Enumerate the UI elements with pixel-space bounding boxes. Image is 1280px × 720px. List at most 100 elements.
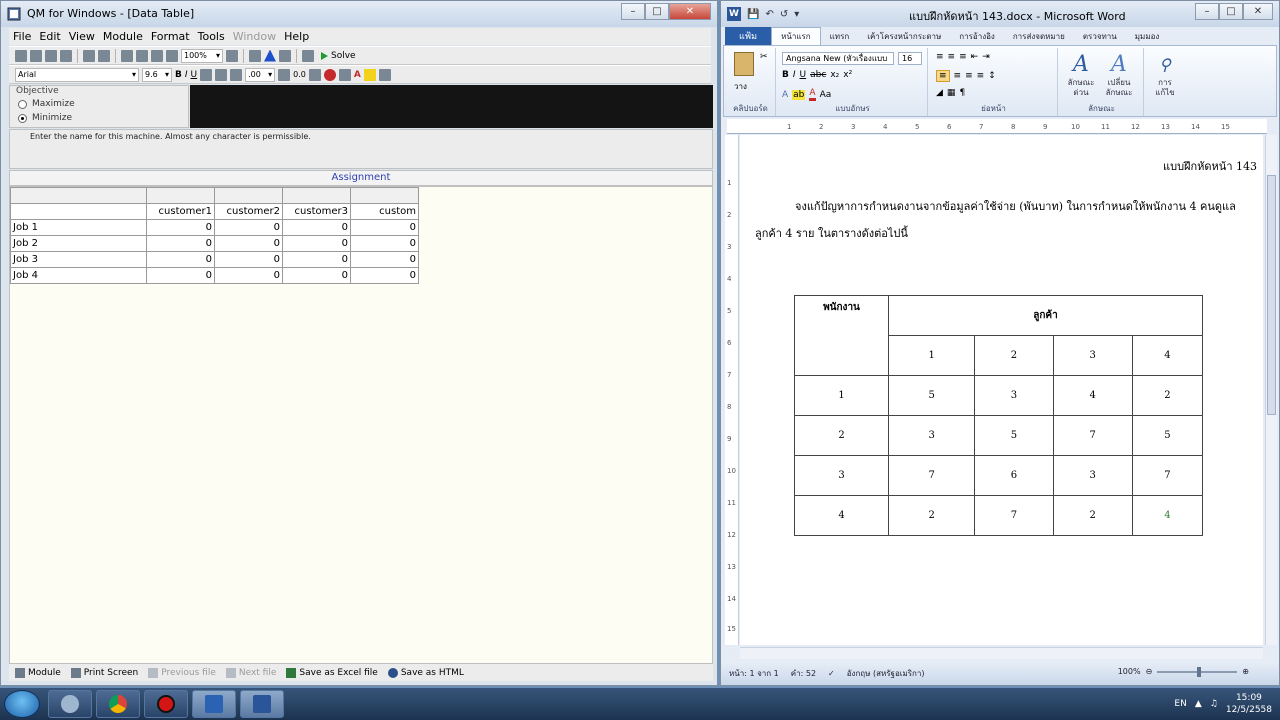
table-cell[interactable]: 2 xyxy=(1131,375,1204,416)
row-label[interactable]: Job 1 xyxy=(10,219,147,236)
table-cell[interactable]: 0 xyxy=(214,235,283,252)
page-count[interactable]: หน้า: 1 จาก 1 xyxy=(729,667,779,680)
undo-icon[interactable]: ↶ xyxy=(765,9,773,20)
column-id-cell[interactable]: 4 xyxy=(1131,335,1204,376)
table-cell[interactable]: 0 xyxy=(146,235,215,252)
highlight-icon[interactable] xyxy=(363,68,376,81)
table-cell[interactable]: 4 xyxy=(1052,375,1133,416)
table-cell[interactable]: 7 xyxy=(1052,415,1133,456)
zoom-level[interactable]: 100% xyxy=(1118,667,1141,676)
strikethrough-icon[interactable]: abc xyxy=(810,70,826,80)
border-icon[interactable] xyxy=(378,68,391,81)
font-color-icon[interactable]: A xyxy=(809,88,816,101)
solve-button[interactable]: Solve xyxy=(317,51,360,61)
menu-view[interactable]: View xyxy=(69,30,95,43)
row-header-cell[interactable]: พนักงาน xyxy=(794,295,889,376)
monitor-icon[interactable] xyxy=(226,49,238,62)
horizontal-scrollbar[interactable] xyxy=(740,647,1263,659)
decimals-combo[interactable]: .00 ▾ xyxy=(245,67,276,82)
table-cell[interactable]: 0 xyxy=(282,219,351,236)
shading-icon[interactable]: ◢ xyxy=(936,88,943,98)
table-cell[interactable]: 5 xyxy=(974,415,1054,456)
multilevel-icon[interactable]: ≡ xyxy=(959,52,967,62)
customize-chevron-icon[interactable]: ▾ xyxy=(794,9,799,20)
menu-format[interactable]: Format xyxy=(151,30,190,43)
print-screen-button[interactable]: Print Screen xyxy=(70,667,138,678)
change-case-icon[interactable]: Aa xyxy=(820,90,832,100)
table-cell[interactable] xyxy=(146,187,215,204)
table-cell[interactable] xyxy=(282,187,351,204)
align-right-icon[interactable] xyxy=(230,68,243,81)
taskbar-qm[interactable] xyxy=(192,690,236,718)
taskbar-recorder[interactable] xyxy=(144,690,188,718)
font-size-combo[interactable]: 16 xyxy=(898,52,922,65)
table-icon[interactable] xyxy=(151,49,163,62)
column-header[interactable]: customer1 xyxy=(146,203,215,220)
zoom-slider[interactable] xyxy=(1157,666,1238,677)
tab-mailings[interactable]: การส่งจดหมาย xyxy=(1004,28,1074,45)
justify-icon[interactable]: ≡ xyxy=(977,71,985,81)
word-titlebar[interactable]: W 💾 ↶ ↺ ▾ แบบฝึกหัดหน้า 143.docx - Micro… xyxy=(721,1,1279,27)
table-cell[interactable]: 3 xyxy=(887,415,976,456)
underline-icon[interactable]: U xyxy=(191,70,198,80)
table-cell[interactable]: 0 xyxy=(350,251,419,268)
open-icon[interactable] xyxy=(30,49,42,62)
table-cell[interactable] xyxy=(10,187,147,204)
bullets-icon[interactable]: ≡ xyxy=(936,52,944,62)
table-cell[interactable]: 7 xyxy=(1131,455,1204,496)
font-combo[interactable]: Arial ▾ xyxy=(15,67,139,82)
highlight-icon[interactable]: ab xyxy=(792,89,806,100)
menu-file[interactable]: File xyxy=(13,30,31,43)
table-cell[interactable]: 0 xyxy=(146,251,215,268)
row-id-cell[interactable]: 4 xyxy=(794,495,889,536)
tab-file[interactable]: แฟ้ม xyxy=(725,27,772,45)
table-cell[interactable]: 7 xyxy=(887,455,976,496)
text-effects-icon[interactable]: A xyxy=(782,90,788,100)
taskbar-media-player[interactable] xyxy=(48,690,92,718)
minimize-radio[interactable]: Minimize xyxy=(18,113,72,123)
previous-file-button[interactable]: Previous file xyxy=(148,667,216,678)
tab-page-layout[interactable]: เค้าโครงหน้ากระดาษ xyxy=(858,28,950,45)
calculator-icon[interactable] xyxy=(249,49,261,62)
close-button[interactable]: ✕ xyxy=(1243,3,1273,20)
word-count[interactable]: คำ: 52 xyxy=(791,667,816,680)
menu-tools[interactable]: Tools xyxy=(198,30,225,43)
scrollbar-thumb[interactable] xyxy=(1267,175,1276,415)
column-header[interactable]: customer3 xyxy=(282,203,351,220)
column-id-cell[interactable]: 2 xyxy=(974,335,1054,376)
row-label[interactable]: Job 2 xyxy=(10,235,147,252)
align-right-icon[interactable]: ≡ xyxy=(965,71,973,81)
italic-icon[interactable]: I xyxy=(185,70,188,80)
table-cell[interactable]: 0 xyxy=(214,219,283,236)
column-group-cell[interactable]: ลูกค้า xyxy=(888,295,1203,336)
column-id-cell[interactable]: 3 xyxy=(1052,335,1133,376)
document-page[interactable]: แบบฝึกหัดหน้า 143 จงแก้ปัญหาการกำหนดงานจ… xyxy=(740,135,1263,645)
print-icon[interactable] xyxy=(60,49,72,62)
vertical-ruler[interactable]: 1 2 3 4 5 6 7 8 9 10 11 12 13 14 15 xyxy=(725,135,739,645)
change-styles-button[interactable]: A เปลี่ยน ลักษณะ xyxy=(1102,52,1136,98)
font-color-icon[interactable]: A xyxy=(354,70,361,80)
table-cell[interactable]: 0 xyxy=(214,251,283,268)
table-cell[interactable]: 2 xyxy=(1052,495,1133,536)
row-id-cell[interactable]: 2 xyxy=(794,415,889,456)
increase-decimal-icon[interactable] xyxy=(278,68,291,81)
row-label[interactable]: Job 4 xyxy=(10,267,147,284)
table-cell[interactable]: 4 xyxy=(1131,495,1204,536)
zoom-combo[interactable]: 100% ▾ xyxy=(181,48,223,63)
maximize-radio[interactable]: Maximize xyxy=(18,99,75,109)
table-cell[interactable]: 3 xyxy=(1052,455,1133,496)
bold-icon[interactable]: B xyxy=(782,70,789,80)
table-cell[interactable]: 0 xyxy=(146,267,215,284)
grid-icon[interactable] xyxy=(166,49,178,62)
table-cell[interactable]: 5 xyxy=(1131,415,1204,456)
zoom-in-icon[interactable]: ⊕ xyxy=(1242,667,1249,676)
column-header[interactable]: customer2 xyxy=(214,203,283,220)
table-cell[interactable]: 5 xyxy=(887,375,976,416)
tab-references[interactable]: การอ้างอิง xyxy=(950,28,1004,45)
module-button[interactable]: Module xyxy=(15,667,61,678)
align-left-icon[interactable]: ≡ xyxy=(936,70,950,82)
table-cell[interactable]: 0 xyxy=(350,219,419,236)
minimize-button[interactable]: – xyxy=(1195,3,1219,20)
menu-help[interactable]: Help xyxy=(284,30,309,43)
align-center-icon[interactable] xyxy=(215,68,228,81)
